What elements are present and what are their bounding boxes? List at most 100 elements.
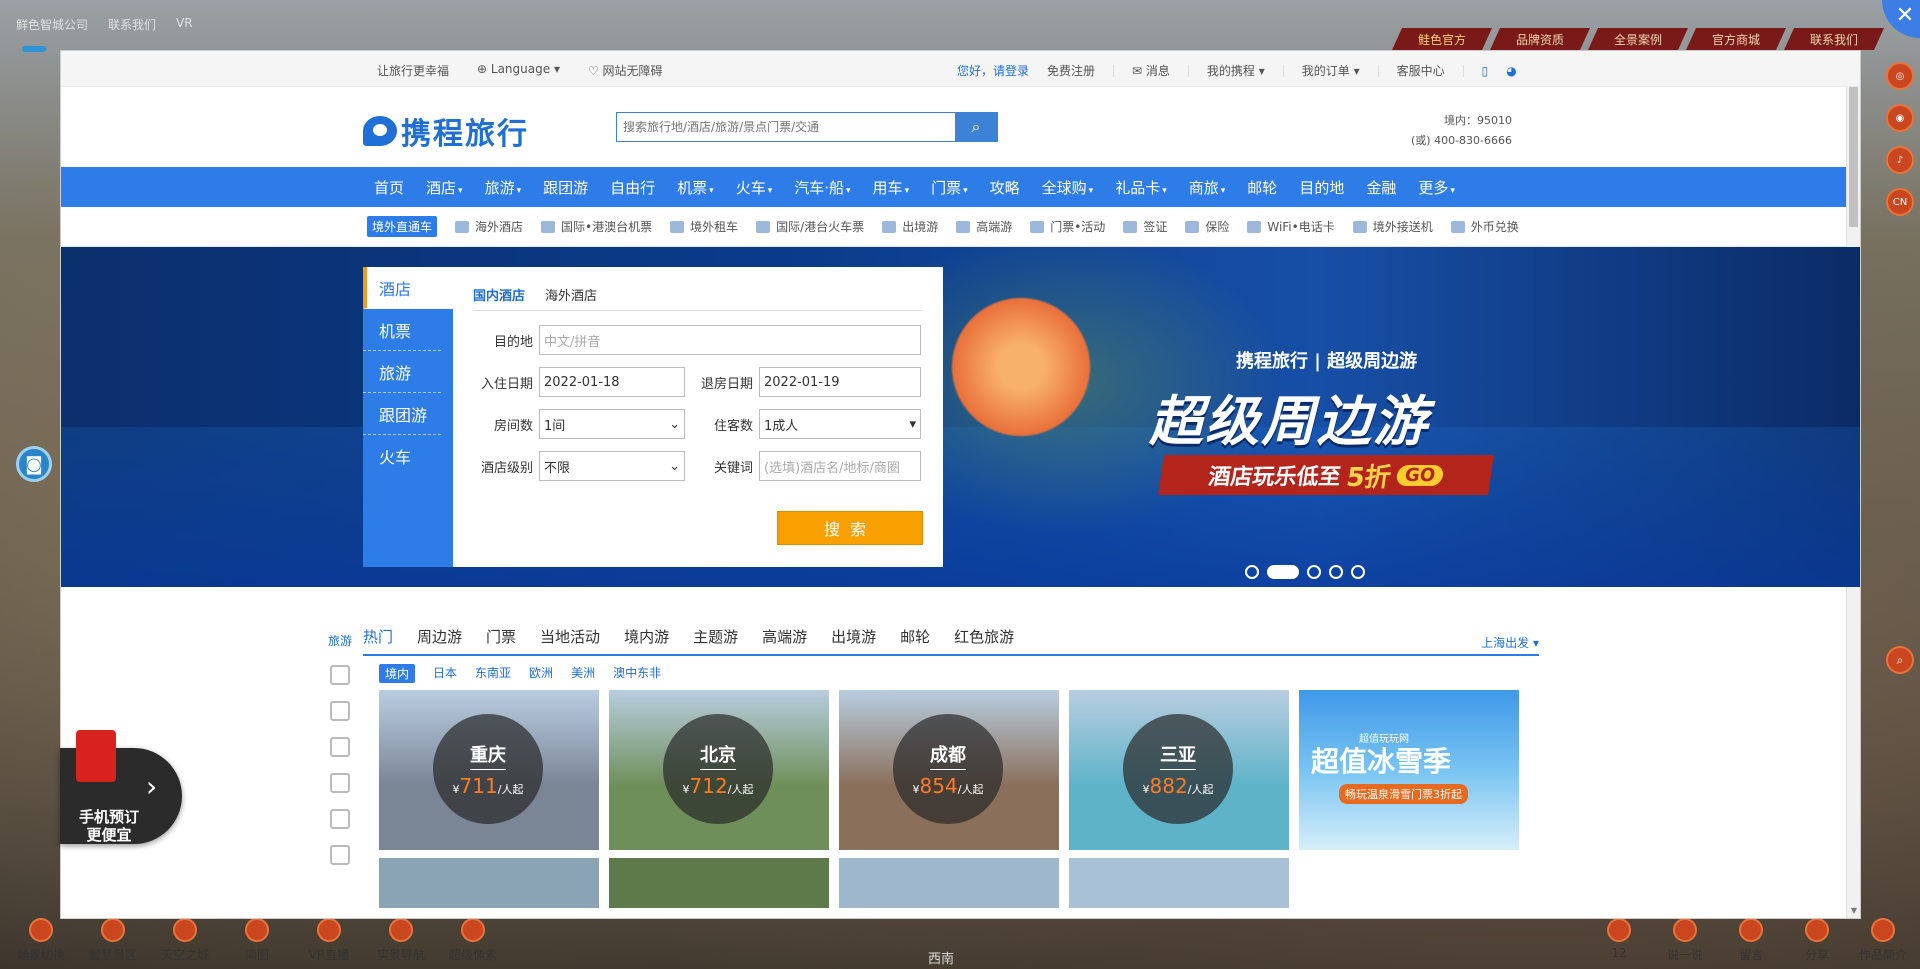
travel-tab[interactable]: 当地活动 [540, 626, 600, 654]
travel-tab[interactable]: 热门 [363, 626, 393, 654]
mobile-icon[interactable]: ▯ [1482, 64, 1489, 78]
pin-icon[interactable] [330, 845, 350, 865]
nav-item[interactable]: 用车 ▾ [873, 177, 910, 198]
nav-item[interactable]: 礼品卡 ▾ [1115, 177, 1167, 198]
search-icon[interactable]: ⌕ [955, 113, 997, 141]
logo[interactable]: 携程旅行 [363, 109, 529, 153]
register-link[interactable]: 免费注册 [1047, 62, 1095, 79]
nav-item[interactable]: 金融 [1366, 177, 1396, 198]
nav-item[interactable]: 更多 ▾ [1418, 177, 1455, 198]
my-trip-menu[interactable]: 我的携程 ▾ [1207, 62, 1265, 79]
travel-tab[interactable]: 红色旅游 [954, 626, 1014, 654]
login-link[interactable]: 您好，请登录 [957, 62, 1029, 79]
travel-tab[interactable]: 境内游 [624, 626, 669, 654]
region-item[interactable]: 东南亚 [475, 664, 511, 683]
bottom-item[interactable]: 12 [1592, 918, 1646, 963]
nav-item[interactable]: 攻略 [990, 177, 1020, 198]
vr-icon[interactable]: ◉ [1886, 104, 1914, 132]
bag-icon[interactable] [330, 809, 350, 829]
travel-tab[interactable]: 门票 [486, 626, 516, 654]
language-selector[interactable]: ⊕ Language ▾ [477, 62, 560, 79]
destination-card[interactable]: 北京 ¥712/人起 [609, 690, 829, 850]
destination-card[interactable] [609, 858, 829, 908]
banner-promo[interactable]: 酒店玩乐低至 5折 GO [1158, 455, 1494, 495]
carousel-dot[interactable] [1245, 565, 1259, 579]
subnav-item[interactable]: 境外租车 [670, 218, 738, 235]
bottom-item[interactable]: 超级像素 [446, 918, 500, 963]
rooms-select[interactable]: 1间 ⌄ [539, 409, 685, 439]
hotel-icon[interactable] [330, 665, 350, 685]
booking-tab-flight[interactable]: 机票 [363, 309, 441, 351]
bottom-item[interactable]: 场景切换 [14, 918, 68, 963]
subnav-item[interactable]: 门票•活动 [1030, 218, 1105, 235]
booking-tab-hotel[interactable]: 酒店 [363, 267, 453, 309]
service-link[interactable]: 客服中心 [1397, 62, 1445, 79]
bg-link[interactable]: 鲜色智城公司 [16, 16, 88, 33]
nav-item[interactable]: 首页 [374, 177, 404, 198]
nav-item[interactable]: 火车 ▾ [736, 177, 773, 198]
search-icon[interactable]: ⌕ [1886, 646, 1914, 674]
bottom-item[interactable]: 实景导航 [374, 918, 428, 963]
wechat-icon[interactable]: ◕ [1506, 64, 1516, 78]
subnav-item[interactable]: 境外接送机 [1352, 218, 1433, 235]
bottom-item[interactable]: VR直播 [302, 918, 356, 963]
plane-icon[interactable] [330, 701, 350, 721]
travel-tab[interactable]: 高端游 [762, 626, 807, 654]
subnav-item[interactable]: 出境游 [882, 218, 938, 235]
travel-tab[interactable]: 邮轮 [900, 626, 930, 654]
go-button[interactable]: GO [1395, 464, 1445, 486]
subnav-item[interactable]: 保险 [1185, 218, 1229, 235]
subnav-item[interactable]: 国际•港澳台机票 [541, 218, 652, 235]
message-link[interactable]: ✉ 消息 [1132, 62, 1170, 79]
departure-selector[interactable]: 上海出发 ▾ [1481, 634, 1539, 651]
carousel-dot[interactable] [1307, 565, 1321, 579]
carousel-dot-active[interactable] [1267, 565, 1299, 579]
region-item[interactable]: 日本 [433, 664, 457, 683]
subnav-item[interactable]: 高端游 [956, 218, 1012, 235]
subnav-item[interactable]: 签证 [1123, 218, 1167, 235]
subnav-item[interactable]: WiFi•电话卡 [1247, 218, 1335, 235]
subnav-item[interactable]: 国际/港台火车票 [756, 218, 864, 235]
carousel-dot[interactable] [1329, 565, 1343, 579]
banner[interactable]: 携程旅行 | 超级周边游 超级周边游 酒店玩乐低至 5折 GO 酒店 机票 旅游… [61, 247, 1860, 587]
keyword-input[interactable]: (选填)酒店名/地标/商圈 [759, 451, 921, 481]
region-item[interactable]: 澳中东非 [613, 664, 661, 683]
accessibility-link[interactable]: ♡ 网站无障碍 [588, 62, 663, 79]
brand-tab[interactable]: 官方商城 [1686, 28, 1786, 50]
booking-tab-train[interactable]: 火车 [363, 435, 441, 477]
region-item[interactable]: 美洲 [571, 664, 595, 683]
destination-card[interactable] [1069, 858, 1289, 908]
car-icon[interactable] [330, 737, 350, 757]
brand-tab[interactable]: 鲑色官方 [1392, 28, 1492, 50]
nav-item[interactable]: 全球购 ▾ [1042, 177, 1094, 198]
language-icon[interactable]: CN [1886, 188, 1914, 216]
destination-card[interactable]: 成都 ¥854/人起 [839, 690, 1059, 850]
nav-item[interactable]: 目的地 [1299, 177, 1344, 198]
booking-tab-group[interactable]: 跟团游 [363, 393, 441, 435]
travel-tab[interactable]: 周边游 [417, 626, 462, 654]
destination-card[interactable]: 重庆 ¥711/人起 [379, 690, 599, 850]
travel-tab[interactable]: 主题游 [693, 626, 738, 654]
search-button[interactable]: 搜索 [777, 511, 923, 545]
travel-tab[interactable]: 出境游 [831, 626, 876, 654]
tab-overseas-hotel[interactable]: 海外酒店 [545, 285, 597, 304]
nav-item[interactable]: 门票 ▾ [931, 177, 968, 198]
travel-side-label[interactable]: 旅游 [328, 632, 352, 649]
region-item[interactable]: 境内 [379, 664, 416, 683]
bottom-item[interactable]: 作品简介 [1856, 918, 1910, 963]
bottom-item[interactable]: 智慧景区 [86, 918, 140, 963]
nav-item[interactable]: 机票 ▾ [677, 177, 714, 198]
nav-item[interactable]: 邮轮 [1247, 177, 1277, 198]
camera-icon[interactable]: ◙ [16, 446, 52, 482]
destination-card[interactable] [839, 858, 1059, 908]
nav-item[interactable]: 旅游 ▾ [485, 177, 522, 198]
tab-domestic-hotel[interactable]: 国内酒店 [473, 285, 525, 304]
nav-item[interactable]: 商旅 ▾ [1189, 177, 1226, 198]
bottom-item[interactable]: 分享 [1790, 918, 1844, 963]
brand-tab[interactable]: 联系我们 [1784, 28, 1884, 50]
bottom-item[interactable]: 天空之城 [158, 918, 212, 963]
guests-select[interactable]: 1成人 ▾ [759, 409, 921, 439]
destination-card[interactable]: 三亚 ¥882/人起 [1069, 690, 1289, 850]
checkin-input[interactable]: 2022-01-18 [539, 367, 685, 397]
brand-tab[interactable]: 品牌资质 [1490, 28, 1590, 50]
